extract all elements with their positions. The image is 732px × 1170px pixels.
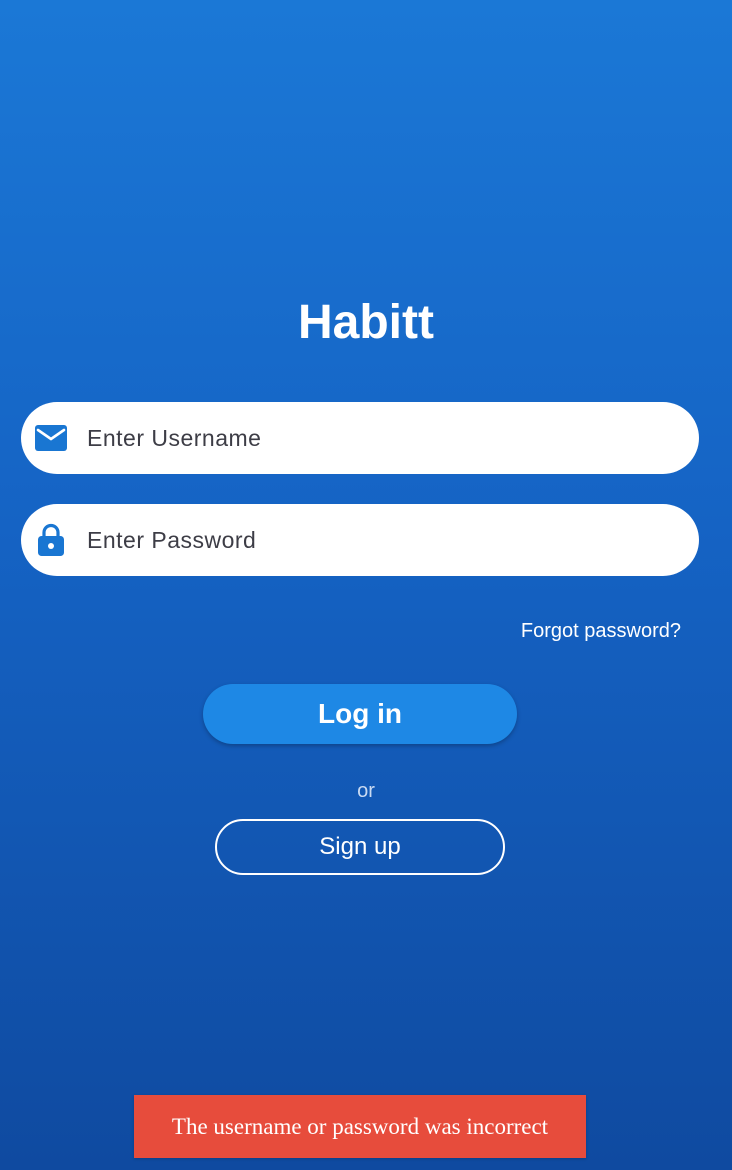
forgot-password-link[interactable]: Forgot password? [521, 617, 681, 645]
username-input[interactable] [87, 402, 677, 474]
app-title: Habitt [298, 296, 434, 349]
password-input[interactable] [87, 504, 677, 576]
error-toast-message: The username or password was incorrect [171, 1113, 549, 1139]
login-button[interactable]: Log in [203, 684, 517, 744]
login-screen: Habitt Forgot password? Log in or Sign u… [0, 0, 732, 1170]
lock-icon [35, 523, 67, 556]
error-toast: The username or password was incorrect [134, 1095, 586, 1158]
username-field[interactable] [21, 402, 699, 474]
or-separator: or [357, 780, 375, 802]
mail-icon [35, 422, 67, 454]
password-field[interactable] [21, 504, 699, 576]
signup-button[interactable]: Sign up [215, 819, 505, 875]
